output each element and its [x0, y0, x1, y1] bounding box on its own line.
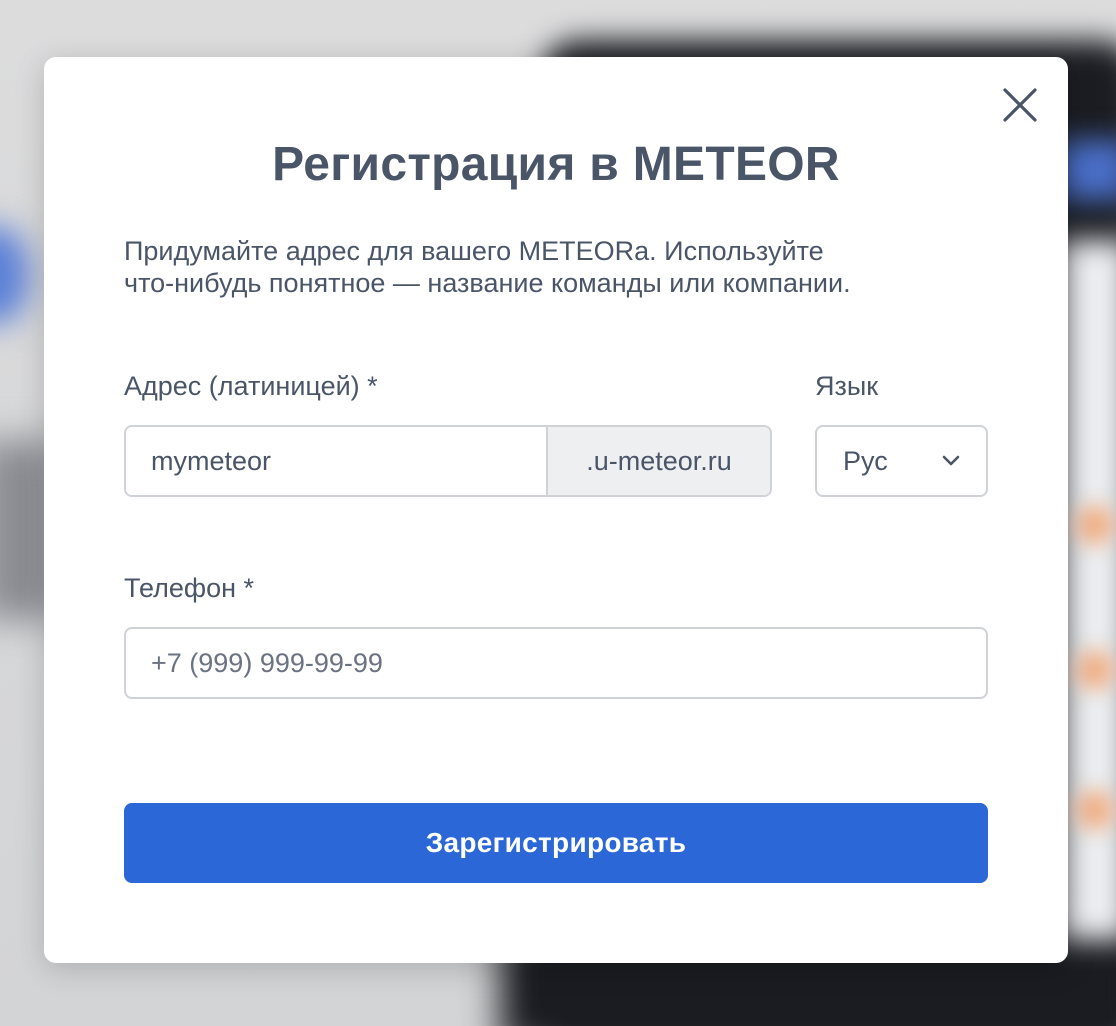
register-button[interactable]: Зарегистрировать — [124, 803, 988, 883]
modal-title: Регистрация в METEOR — [272, 138, 840, 191]
registration-modal: Регистрация в METEOR Придумайте адрес дл… — [44, 57, 1068, 963]
language-selected-value: Рус — [843, 445, 888, 476]
close-button[interactable] — [1000, 85, 1040, 125]
address-input[interactable] — [126, 427, 546, 495]
address-domain-suffix: .u-meteor.ru — [546, 427, 770, 495]
subtitle-line-1: Придумайте адрес для вашего METEORa. Исп… — [124, 236, 824, 266]
phone-label: Телефон * — [124, 573, 255, 603]
close-icon — [1003, 88, 1037, 122]
phone-input[interactable] — [124, 627, 988, 699]
address-label: Адрес (латиницей) * — [124, 371, 378, 401]
language-select[interactable]: Рус — [815, 425, 988, 497]
subtitle-line-2: что-нибудь понятное — название команды и… — [124, 268, 851, 298]
address-field-group: .u-meteor.ru — [124, 425, 772, 497]
chevron-down-icon — [942, 455, 960, 466]
language-label: Язык — [815, 371, 879, 401]
modal-subtitle: Придумайте адрес для вашего METEORa. Исп… — [124, 235, 1004, 299]
